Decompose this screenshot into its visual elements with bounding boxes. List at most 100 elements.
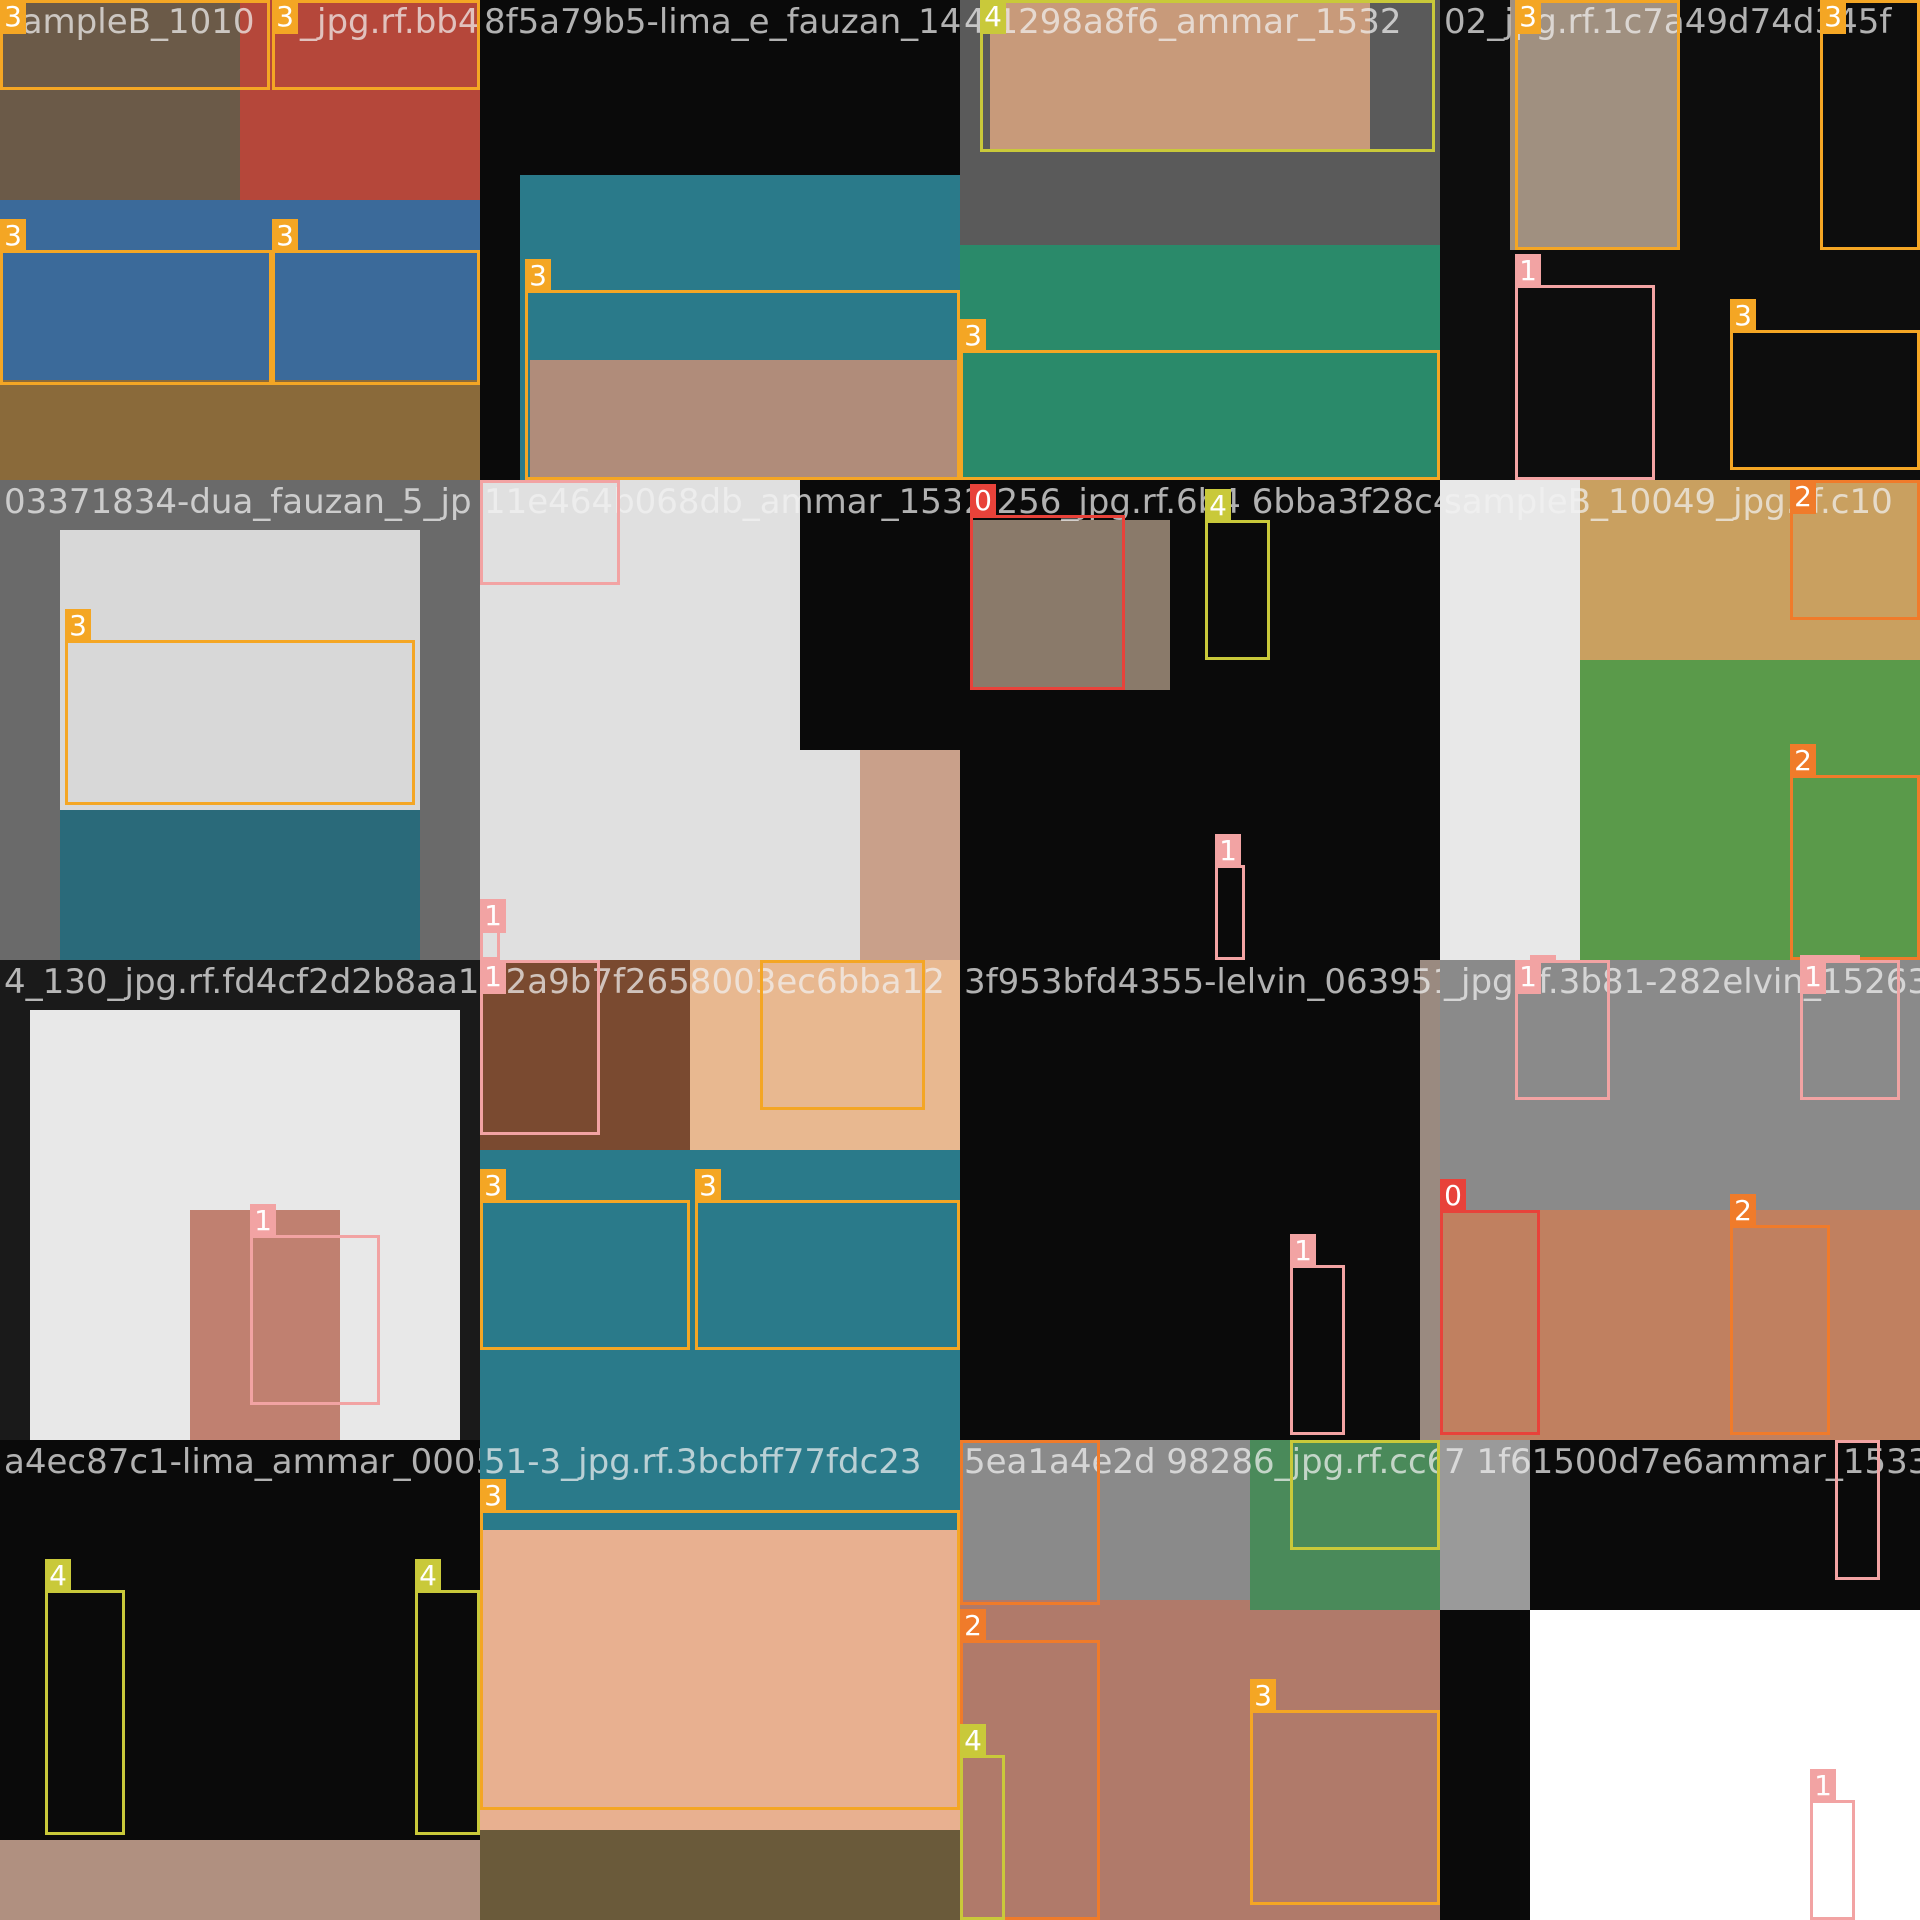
bounding-box-class-3: 3 [480, 1479, 960, 1810]
mosaic-tile: 11e464b068db_ammar_1533011 [480, 480, 960, 960]
bounding-box-class-4: 4 [415, 1559, 480, 1835]
image-filename-label: 4_130_jpg.rf.fd4cf2d2b8aa1 [4, 962, 480, 1002]
class-label-tag: 3 [960, 319, 986, 353]
bounding-box-class-4: 4 [1290, 1440, 1440, 1550]
bounding-box-class-1: 1 [1515, 960, 1610, 1100]
class-label-tag: 2 [1790, 744, 1816, 778]
mosaic-tile: 4_130_jpg.rf.fd4cf2d2b8aa1 1 [0, 960, 480, 1440]
bounding-box-class-3: 3 [272, 219, 480, 385]
class-label-tag: 2 [1790, 480, 1816, 514]
class-label-tag: 1 [1515, 960, 1541, 994]
class-label-tag: 4 [980, 0, 1006, 34]
bounding-box-class-1: 1 [1800, 960, 1900, 1100]
mosaic-tile: 4 1298a8f6_ammar_1532 4 3 [960, 0, 1440, 480]
image-filename-label: 51-3_jpg.rf.3bcbff77fdc23 [484, 1442, 922, 1482]
bounding-box-class-3: 3 [1730, 299, 1920, 470]
mosaic-tile: 2 256_jpg.rf.6b4 6bba3f28c49 0 4 1 [960, 480, 1440, 960]
class-label-tag: 1 [1215, 834, 1241, 868]
class-label-tag: 4 [1290, 1440, 1316, 1443]
class-label-tag: 3 [1820, 0, 1846, 34]
mosaic-tile: 12a9b7f2658003ec6bba121333 [480, 960, 960, 1440]
class-label-tag: 0 [970, 484, 996, 518]
bounding-box-class-3: 3 [760, 960, 925, 1110]
class-label-tag: 3 [272, 219, 298, 253]
class-label-tag: 1 [1290, 1234, 1316, 1268]
bounding-box-class-1: 1 [480, 960, 600, 1135]
bounding-box-class-1: 1 [1215, 834, 1245, 960]
class-label-tag: 0 [1440, 1179, 1466, 1213]
class-label-tag: 2 [960, 1440, 986, 1443]
class-label-tag: 3 [272, 0, 298, 34]
mosaic-tile: 3f953bfd4355-lelvin_063951 1 [960, 960, 1440, 1440]
class-label-tag: 1 [1800, 960, 1826, 994]
class-label-tag: 4 [960, 1724, 986, 1758]
bounding-box-class-1: 1 [1835, 1440, 1880, 1580]
bounding-box-class-1: 1 [1290, 1234, 1345, 1435]
image-filename-label: 8f5a79b5-lima_e_fauzan_14_jp [484, 2, 960, 42]
class-label-tag: 1 [250, 1204, 276, 1238]
training-batch-mosaic: sampleB_1010 _jpg.rf.bb4 3 3 3 3 8f5a79b5-lima… [0, 0, 1920, 1920]
bounding-box-class-3: 3 [960, 319, 1440, 480]
bounding-box-class-4: 4 [980, 0, 1435, 152]
bounding-box-class-3: 3 [0, 0, 270, 90]
bounding-box-class-4: 4 [1205, 489, 1270, 660]
bounding-box-class-3: 3 [1515, 0, 1680, 250]
class-label-tag: 1 [1810, 1769, 1836, 1803]
image-filename-label: 3f953bfd4355-lelvin_063951 [964, 962, 1440, 1002]
image-filename-label: 03371834-dua_fauzan_5_jp [4, 482, 472, 522]
photo-region [1420, 960, 1440, 1440]
mosaic-tile: 51-3_jpg.rf.3bcbff77fdc23 3 [480, 1440, 960, 1920]
class-label-tag: 1 [1835, 1440, 1861, 1443]
bounding-box-class-2: 2 [1790, 744, 1920, 960]
photo-region [60, 810, 420, 960]
bounding-box-class-3: 3 [695, 1169, 960, 1350]
bounding-box-class-2: 2 [1730, 1194, 1830, 1435]
class-label-tag: 3 [0, 219, 26, 253]
class-label-tag: 3 [1730, 299, 1756, 333]
class-label-tag: 3 [695, 1169, 721, 1203]
photo-region [0, 1840, 480, 1920]
class-label-tag: 3 [480, 1169, 506, 1203]
class-label-tag: 2 [960, 1609, 986, 1643]
class-label-tag: 3 [65, 609, 91, 643]
photo-region [1530, 1610, 1920, 1920]
bounding-box-class-3: 3 [525, 259, 960, 480]
bounding-box-class-1: 1 [1515, 254, 1655, 480]
class-label-tag: 2 [1730, 1194, 1756, 1228]
image-filename-label: a4ec87c1-lima_ammar_0005 [4, 1442, 480, 1482]
class-label-tag: 1 [480, 960, 506, 994]
photo-region [1440, 1440, 1530, 1610]
mosaic-tile: _jpg.rf.3b81-282elvin_152631 1 1 0 2 [1440, 960, 1920, 1440]
bounding-box-class-1: 1 [1810, 1769, 1855, 1920]
class-label-tag: 4 [45, 1559, 71, 1593]
bounding-box-class-4: 4 [45, 1559, 125, 1835]
bounding-box-class-1: 1 [480, 480, 620, 585]
bounding-box-class-1: 1 [250, 1204, 380, 1405]
class-label-tag: 1 [1515, 254, 1541, 288]
photo-region [860, 750, 960, 960]
bounding-box-class-0: 0 [970, 484, 1125, 690]
photo-region [800, 480, 960, 750]
bounding-box-class-3: 3 [0, 219, 272, 385]
bounding-box-class-3: 3 [1820, 0, 1920, 250]
class-label-tag: 3 [1515, 0, 1541, 34]
class-label-tag: 3 [0, 0, 26, 34]
mosaic-tile: 02_jpg.rf.1c7a49d74d345f 3 3 1 3 [1440, 0, 1920, 480]
mosaic-tile: sampleB_10049_jpg.rf.c102211 [1440, 480, 1920, 960]
class-label-tag: 3 [760, 960, 786, 963]
class-label-tag: 1 [480, 480, 506, 483]
bounding-box-class-3: 3 [1250, 1679, 1440, 1905]
class-label-tag: 3 [480, 1479, 506, 1513]
mosaic-tile: 8f5a79b5-lima_e_fauzan_14_jp 3 [480, 0, 960, 480]
bounding-box-class-3: 3 [480, 1169, 690, 1350]
mosaic-tile: 03371834-dua_fauzan_5_jp 3 [0, 480, 480, 960]
mosaic-tile: 5ea1a4e2d 98286_jpg.rf.cc624234 [960, 1440, 1440, 1920]
bounding-box-class-2: 2 [1790, 480, 1920, 620]
mosaic-tile: 7 1f61500d7e6ammar_153311 [1440, 1440, 1920, 1920]
class-label-tag: 3 [525, 259, 551, 293]
class-label-tag: 1 [480, 899, 506, 933]
bounding-box-class-3: 3 [272, 0, 480, 90]
bounding-box-class-4: 4 [960, 1724, 1005, 1920]
bounding-box-class-3: 3 [65, 609, 415, 805]
bounding-box-class-0: 0 [1440, 1179, 1540, 1435]
